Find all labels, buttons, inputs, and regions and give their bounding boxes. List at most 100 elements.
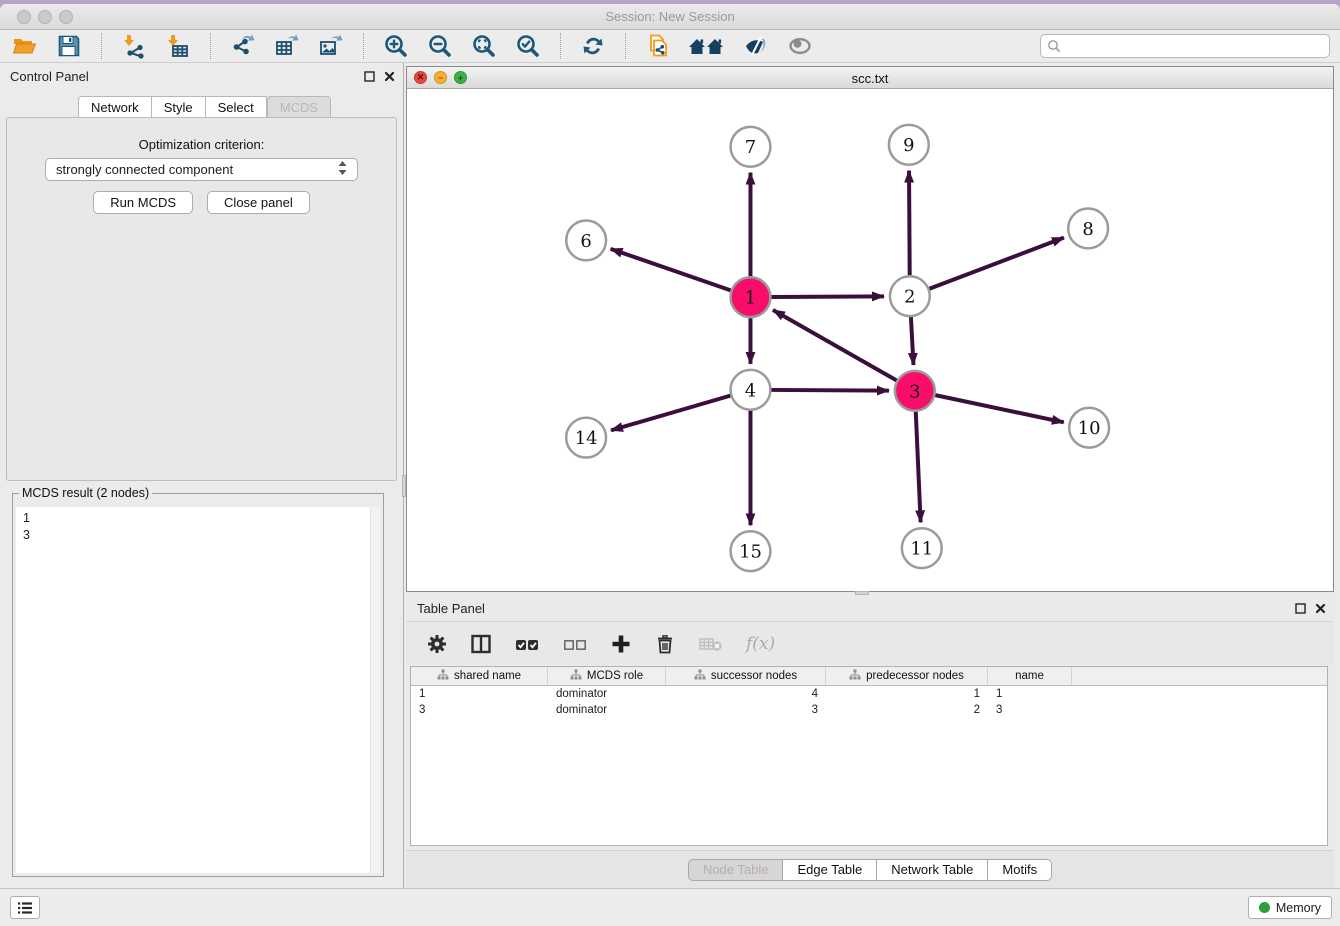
column-header-label: name bbox=[1015, 670, 1044, 682]
graph-node-1[interactable]: 1 bbox=[731, 277, 771, 317]
zoom-fit-icon[interactable] bbox=[469, 32, 499, 60]
function-builder-icon[interactable]: f(x) bbox=[746, 634, 775, 654]
column-header-successor-nodes[interactable]: successor nodes bbox=[666, 667, 826, 685]
graph-node-2[interactable]: 2 bbox=[890, 276, 930, 316]
float-panel-icon[interactable] bbox=[1295, 601, 1306, 619]
run-mcds-button[interactable]: Run MCDS bbox=[93, 191, 193, 214]
chevron-updown-icon bbox=[338, 161, 347, 178]
select-all-icon[interactable] bbox=[514, 633, 540, 655]
optimization-criterion-select[interactable]: strongly connected component bbox=[45, 158, 358, 181]
tab-motifs[interactable]: Motifs bbox=[988, 859, 1052, 881]
save-icon[interactable] bbox=[54, 32, 84, 60]
graph-node-15[interactable]: 15 bbox=[731, 531, 771, 571]
graph-node-7[interactable]: 7 bbox=[731, 127, 771, 167]
table-cell[interactable]: 1 bbox=[988, 688, 1072, 700]
table-cell[interactable]: 3 bbox=[988, 704, 1072, 716]
close-panel-icon[interactable] bbox=[1315, 601, 1326, 619]
table-cell[interactable]: 4 bbox=[666, 688, 826, 700]
gear-icon[interactable] bbox=[426, 633, 448, 655]
tab-network-table[interactable]: Network Table bbox=[877, 859, 988, 881]
close-panel-button[interactable]: Close panel bbox=[207, 191, 310, 214]
import-table-icon[interactable] bbox=[163, 32, 193, 60]
delete-column-icon[interactable] bbox=[654, 633, 676, 655]
table-header-row: shared nameMCDS role successor nodes prede… bbox=[411, 667, 1327, 686]
svg-text:2: 2 bbox=[904, 287, 915, 308]
task-history-button[interactable] bbox=[10, 896, 40, 919]
column-header-name[interactable]: name bbox=[988, 667, 1072, 685]
svg-text:9: 9 bbox=[903, 135, 914, 156]
zoom-out-icon[interactable] bbox=[425, 32, 455, 60]
graph-edge-2-8[interactable] bbox=[929, 238, 1064, 289]
tab-mcds[interactable]: MCDS bbox=[267, 96, 331, 118]
table-cell[interactable]: dominator bbox=[548, 688, 666, 700]
graph-node-14[interactable]: 14 bbox=[566, 418, 606, 458]
graph-edge-4-3[interactable] bbox=[771, 390, 889, 391]
graph-edge-3-10[interactable] bbox=[935, 395, 1064, 422]
graph-node-4[interactable]: 4 bbox=[731, 370, 771, 410]
import-network-icon[interactable] bbox=[119, 32, 149, 60]
tab-edge-table[interactable]: Edge Table bbox=[783, 859, 877, 881]
graph-node-3[interactable]: 3 bbox=[895, 371, 935, 411]
network-canvas[interactable]: 7 9 6 8 1 2 4 3 14 10 15 11 bbox=[407, 90, 1333, 591]
table-row[interactable]: 1dominator411 bbox=[411, 686, 1327, 702]
deselect-all-icon[interactable] bbox=[562, 633, 588, 655]
application-window: Session: New Session bbox=[0, 4, 1340, 926]
graph-edge-2-3[interactable] bbox=[911, 317, 914, 365]
graph-node-6[interactable]: 6 bbox=[566, 220, 606, 260]
graph-edge-2-9[interactable] bbox=[909, 171, 910, 276]
table-cell[interactable]: 3 bbox=[666, 704, 826, 716]
tab-select[interactable]: Select bbox=[206, 96, 267, 118]
table-cell[interactable]: dominator bbox=[548, 704, 666, 716]
network-graph[interactable]: 7 9 6 8 1 2 4 3 14 10 15 11 bbox=[407, 90, 1333, 591]
copy-network-icon[interactable] bbox=[643, 32, 673, 60]
graph-edge-1-6[interactable] bbox=[611, 249, 731, 290]
graph-node-10[interactable]: 10 bbox=[1069, 408, 1109, 448]
svg-text:7: 7 bbox=[745, 137, 756, 158]
zoom-in-icon[interactable] bbox=[381, 32, 411, 60]
table-cell[interactable]: 1 bbox=[411, 688, 548, 700]
mcds-result-text[interactable]: 1 3 bbox=[16, 507, 370, 873]
table-cell[interactable]: 1 bbox=[826, 688, 988, 700]
export-table-icon[interactable] bbox=[272, 32, 302, 60]
open-folder-icon[interactable] bbox=[10, 32, 40, 60]
export-image-icon[interactable] bbox=[316, 32, 346, 60]
hide-graphics-icon[interactable] bbox=[741, 32, 771, 60]
column-header-label: successor nodes bbox=[711, 670, 797, 682]
network-window-titlebar[interactable]: ✕ − + scc.txt bbox=[407, 67, 1333, 89]
svg-text:1: 1 bbox=[745, 288, 756, 309]
node-table: shared nameMCDS role successor nodes prede… bbox=[410, 666, 1328, 846]
add-column-icon[interactable] bbox=[610, 633, 632, 655]
float-panel-icon[interactable] bbox=[364, 69, 375, 87]
graph-node-11[interactable]: 11 bbox=[902, 528, 942, 568]
graph-edge-1-2[interactable] bbox=[771, 296, 884, 297]
tab-network[interactable]: Network bbox=[78, 96, 152, 118]
graph-edge-3-11[interactable] bbox=[916, 412, 921, 523]
refresh-layout-icon[interactable] bbox=[578, 32, 608, 60]
svg-text:15: 15 bbox=[739, 542, 762, 563]
table-row[interactable]: 3dominator323 bbox=[411, 702, 1327, 718]
svg-text:14: 14 bbox=[575, 428, 598, 449]
column-header-shared-name[interactable]: shared name bbox=[411, 667, 548, 685]
birdseye-icon[interactable] bbox=[785, 32, 815, 60]
table-cell[interactable]: 3 bbox=[411, 704, 548, 716]
column-header-MCDS-role[interactable]: MCDS role bbox=[548, 667, 666, 685]
zoom-selected-icon[interactable] bbox=[513, 32, 543, 60]
memory-button[interactable]: Memory bbox=[1248, 896, 1332, 919]
split-view-icon[interactable] bbox=[470, 633, 492, 655]
graph-node-8[interactable]: 8 bbox=[1068, 209, 1108, 249]
search-input[interactable] bbox=[1040, 34, 1330, 58]
control-panel-tabs: Network Style Select MCDS bbox=[78, 96, 331, 118]
delete-table-icon[interactable] bbox=[698, 633, 724, 655]
table-cell[interactable]: 2 bbox=[826, 704, 988, 716]
home-networks-icon[interactable] bbox=[687, 32, 727, 60]
control-panel: Control Panel Network Style Select MCDS … bbox=[0, 63, 404, 888]
tab-node-table[interactable]: Node Table bbox=[688, 859, 784, 881]
column-header-predecessor-nodes[interactable]: predecessor nodes bbox=[826, 667, 988, 685]
graph-node-9[interactable]: 9 bbox=[889, 125, 929, 165]
graph-edge-3-1[interactable] bbox=[773, 310, 897, 380]
result-scrollbar[interactable] bbox=[370, 507, 380, 873]
export-network-icon[interactable] bbox=[228, 32, 258, 60]
graph-edge-4-14[interactable] bbox=[611, 396, 730, 431]
close-panel-icon[interactable] bbox=[384, 69, 395, 87]
tab-style[interactable]: Style bbox=[152, 96, 206, 118]
